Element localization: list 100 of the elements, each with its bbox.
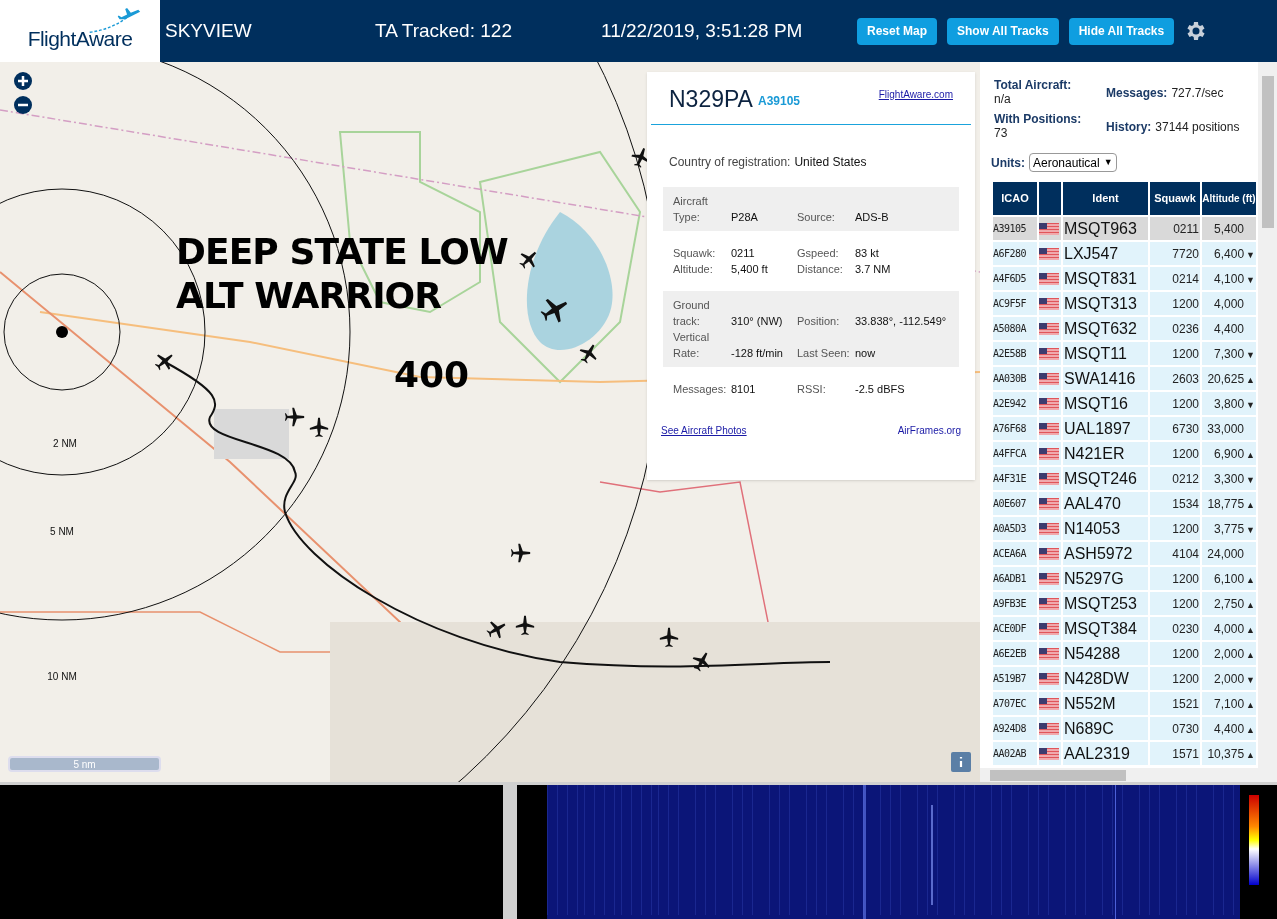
altitude-cell: 4,000: [1202, 292, 1256, 315]
aircraft-row[interactable]: A4F31E MSQT246 0212 3,300 ▼: [993, 467, 1258, 490]
aircraft-row[interactable]: A5080A MSQT632 0236 4,400: [993, 317, 1258, 340]
aircraft-row[interactable]: AA02AB AAL2319 1571 10,375 ▲: [993, 742, 1258, 765]
flag-icon: [1039, 597, 1059, 610]
airplane-icon[interactable]: [658, 626, 680, 648]
aircraft-row[interactable]: ACEA6A ASH5972 4104 24,000: [993, 542, 1258, 565]
zoom-in-icon[interactable]: [14, 72, 32, 90]
aircraft-row[interactable]: A6E2EB N54288 1200 2,000 ▲: [993, 642, 1258, 665]
stat-value: n/a: [994, 92, 1012, 106]
aircraft-row[interactable]: A9FB3E MSQT253 1200 2,750 ▲: [993, 592, 1258, 615]
aircraft-row[interactable]: A2E942 MSQT16 1200 3,800 ▼: [993, 392, 1258, 415]
squawk-cell: 0214: [1150, 267, 1200, 290]
altitude-cell: 3,775 ▼: [1202, 517, 1256, 540]
airplane-icon[interactable]: [308, 416, 330, 438]
hex-code: A39105: [757, 93, 800, 110]
aircraft-row[interactable]: A924D8 N689C 0730 4,400 ▲: [993, 717, 1258, 740]
detail-label: Source:: [797, 210, 836, 225]
squawk-cell: 1200: [1150, 567, 1200, 590]
photos-link[interactable]: See Aircraft Photos: [661, 423, 747, 438]
detail-value: now: [855, 346, 877, 361]
icao-cell: A6ADB1: [993, 567, 1037, 590]
altitude-cell: 6,400 ▼: [1202, 242, 1256, 265]
aircraft-row[interactable]: A4FFCA N421ER 1200 6,900 ▲: [993, 442, 1258, 465]
flag-icon: [1039, 222, 1059, 235]
aircraft-row[interactable]: ACE0DF MSQT384 0230 4,000 ▲: [993, 617, 1258, 640]
altitude-cell: 2,000 ▼: [1202, 667, 1256, 690]
ident-cell: N552M: [1063, 692, 1148, 715]
detail-label: Gspeed:: [797, 246, 840, 261]
aircraft-row[interactable]: AC9F5F MSQT313 1200 4,000: [993, 292, 1258, 315]
flag-icon: [1039, 397, 1059, 410]
icao-cell: A6E2EB: [993, 642, 1037, 665]
icao-cell: A924D8: [993, 717, 1037, 740]
ident-cell: MSQT313: [1063, 292, 1148, 315]
squawk-cell: 0212: [1150, 467, 1200, 490]
flag-icon: [1039, 247, 1059, 260]
aircraft-row[interactable]: A76F68 UAL1897 6730 33,000: [993, 417, 1258, 440]
detail-label: Aircraft Type:: [673, 194, 709, 225]
ident-cell: MSQT384: [1063, 617, 1148, 640]
flag-icon: [1039, 472, 1059, 485]
airplane-icon[interactable]: [510, 542, 532, 564]
detail-label: Distance:: [797, 262, 844, 277]
squawk-cell: 1200: [1150, 667, 1200, 690]
app-title: SKYVIEW: [165, 18, 253, 43]
flag-icon: [1039, 647, 1059, 660]
ident-cell: MSQT253: [1063, 592, 1148, 615]
stat-label: History:: [1106, 120, 1152, 136]
squawk-cell: 0730: [1150, 717, 1200, 740]
aircraft-row[interactable]: A2E58B MSQT11 1200 7,300 ▼: [993, 342, 1258, 365]
vertical-scrollbar[interactable]: [1258, 62, 1277, 782]
units-select[interactable]: Aeronautical ▼: [1029, 153, 1117, 172]
altitude-cell: 24,000: [1202, 542, 1256, 565]
flag-icon: [1039, 522, 1059, 535]
info-icon[interactable]: [951, 752, 971, 772]
icao-cell: ACE0DF: [993, 617, 1037, 640]
aircraft-row[interactable]: A39105 MSQT963 0211 5,400: [993, 217, 1258, 240]
aircraft-row[interactable]: A707EC N552M 1521 7,100 ▲: [993, 692, 1258, 715]
icao-cell: A0E607: [993, 492, 1037, 515]
ident-cell: MSQT831: [1063, 267, 1148, 290]
zoom-out-icon[interactable]: [14, 96, 32, 114]
icao-cell: A6F280: [993, 242, 1037, 265]
country-label: Country of registration:: [669, 154, 791, 171]
aircraft-row[interactable]: A0E607 AAL470 1534 18,775 ▲: [993, 492, 1258, 515]
detail-label: Ground track:: [673, 298, 711, 329]
callsign-title: N329PA: [669, 86, 753, 112]
aircraft-row[interactable]: A0A5D3 N14053 1200 3,775 ▼: [993, 517, 1258, 540]
ident-cell: N5297G: [1063, 567, 1148, 590]
squawk-cell: 0236: [1150, 317, 1200, 340]
aircraft-row[interactable]: A6F280 LXJ547 7720 6,400 ▼: [993, 242, 1258, 265]
ident-cell: N421ER: [1063, 442, 1148, 465]
flag-icon: [1039, 347, 1059, 360]
icao-cell: AA030B: [993, 367, 1037, 390]
altitude-cell: 4,000 ▲: [1202, 617, 1256, 640]
ident-cell: LXJ547: [1063, 242, 1148, 265]
detail-value: -2.5 dBFS: [855, 382, 906, 397]
airplane-icon[interactable]: [514, 614, 536, 636]
squawk-cell: 6730: [1150, 417, 1200, 440]
column-header[interactable]: Ident: [1063, 182, 1148, 215]
airplane-icon[interactable]: [284, 406, 306, 428]
horizontal-scrollbar[interactable]: [980, 768, 1258, 782]
stat-label: Messages:: [1106, 86, 1168, 102]
column-header[interactable]: Altitude (ft): [1202, 182, 1256, 215]
squawk-cell: 1200: [1150, 392, 1200, 415]
aircraft-row[interactable]: A4F6D5 MSQT831 0214 4,100 ▼: [993, 267, 1258, 290]
icao-cell: A2E58B: [993, 342, 1037, 365]
altitude-cell: 18,775 ▲: [1202, 492, 1256, 515]
icao-cell: A4FFCA: [993, 442, 1037, 465]
aircraft-row[interactable]: A519B7 N428DW 1200 2,000 ▼: [993, 667, 1258, 690]
icao-cell: AA02AB: [993, 742, 1037, 765]
aircraft-row[interactable]: A6ADB1 N5297G 1200 6,100 ▲: [993, 567, 1258, 590]
flightaware-link[interactable]: FlightAware.com: [878, 87, 953, 112]
detail-value: 3.7 NM: [855, 262, 892, 277]
squawk-cell: 0211: [1150, 217, 1200, 240]
column-header[interactable]: ICAO: [993, 182, 1037, 215]
icao-cell: AC9F5F: [993, 292, 1037, 315]
altitude-cell: 7,100 ▲: [1202, 692, 1256, 715]
squawk-cell: 7720: [1150, 242, 1200, 265]
aircraft-row[interactable]: AA030B SWA1416 2603 20,625 ▲: [993, 367, 1258, 390]
airframes-link[interactable]: AirFrames.org: [897, 423, 961, 438]
column-header[interactable]: Squawk: [1150, 182, 1200, 215]
